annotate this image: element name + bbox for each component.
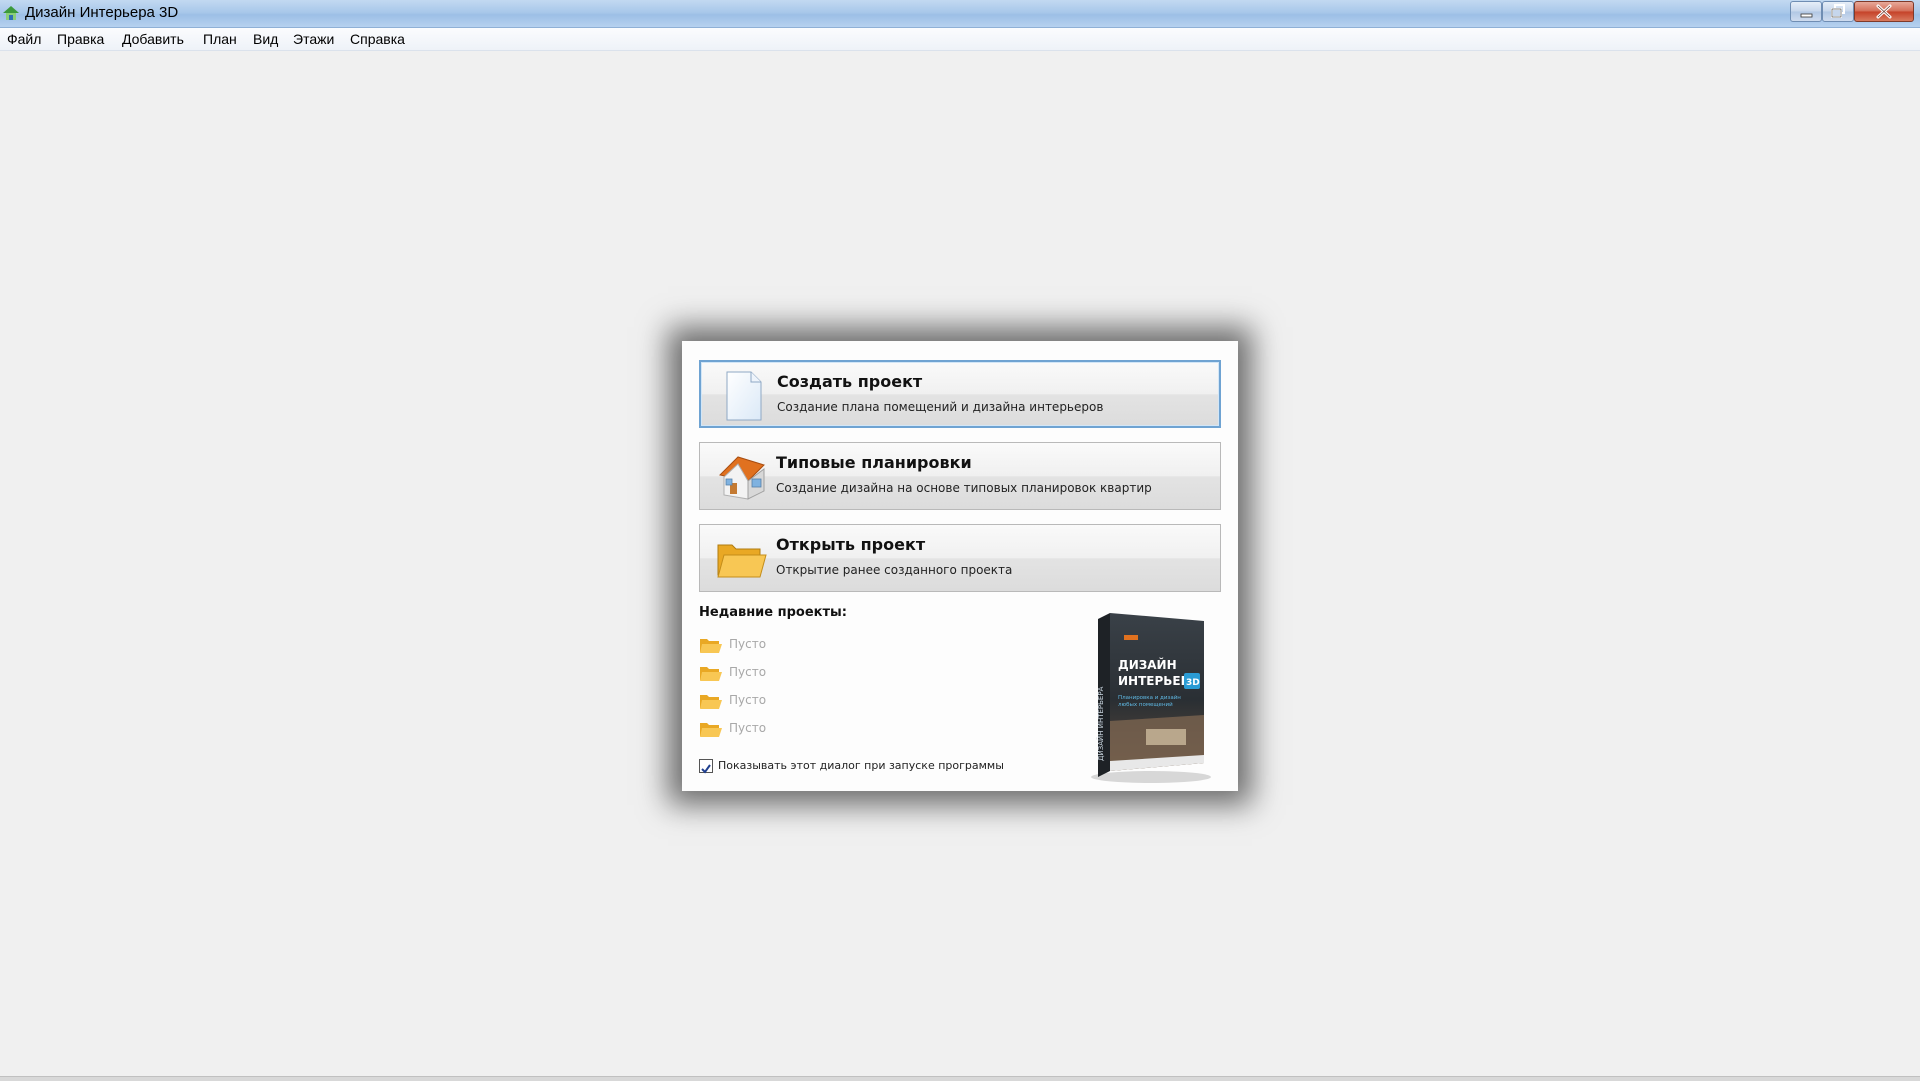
- product-box-image: ДИЗАЙН ИНТЕРЬЕРА ДИЗАЙН ИНТЕРЬЕРА 3D Пла…: [1091, 613, 1211, 783]
- recent-project-label: Пусто: [729, 665, 767, 679]
- checkmark-icon: [701, 764, 711, 774]
- menu-add[interactable]: Добавить: [122, 31, 184, 47]
- create-project-description: Создание плана помещений и дизайна интер…: [777, 400, 1104, 414]
- menu-view[interactable]: Вид: [253, 31, 278, 47]
- menu-plan[interactable]: План: [203, 31, 237, 47]
- menu-floors[interactable]: Этажи: [293, 31, 334, 47]
- product-box-subtitle-line1: Планировка и дизайн: [1118, 694, 1181, 701]
- create-project-button[interactable]: Создать проект Создание плана помещений …: [699, 360, 1221, 428]
- maximize-button[interactable]: [1822, 1, 1854, 22]
- show-on-startup-label[interactable]: Показывать этот диалог при запуске прогр…: [718, 759, 1004, 772]
- recent-project-item[interactable]: Пусто: [699, 635, 899, 655]
- menu-file[interactable]: Файл: [7, 31, 41, 47]
- menu-edit[interactable]: Правка: [57, 31, 104, 47]
- recent-project-label: Пусто: [729, 637, 767, 651]
- folder-icon: [700, 667, 722, 681]
- typical-layouts-title: Типовые планировки: [776, 453, 972, 472]
- recent-project-item[interactable]: Пусто: [699, 691, 899, 711]
- create-project-title: Создать проект: [777, 372, 923, 391]
- folder-icon: [700, 639, 722, 653]
- product-box-title-line1: ДИЗАЙН: [1118, 657, 1177, 672]
- start-dialog: Создать проект Создание плана помещений …: [682, 341, 1238, 791]
- menu-bar: Файл Правка Добавить План Вид Этажи Спра…: [0, 28, 1920, 51]
- product-box-subtitle-line2: любых помещений: [1118, 701, 1173, 708]
- app-window: Дизайн Интерьера 3D Файл Правка Добавить…: [0, 0, 1920, 1081]
- new-document-icon: [726, 371, 762, 421]
- folder-icon: [700, 723, 722, 737]
- typical-layouts-description: Создание дизайна на основе типовых плани…: [776, 481, 1152, 495]
- folder-icon: [700, 695, 722, 709]
- typical-layouts-button[interactable]: Типовые планировки Создание дизайна на о…: [699, 442, 1221, 510]
- recent-project-item[interactable]: Пусто: [699, 719, 899, 739]
- recent-project-label: Пусто: [729, 721, 767, 735]
- close-icon: [1876, 4, 1892, 19]
- window-title: Дизайн Интерьера 3D: [25, 4, 179, 21]
- recent-projects-heading: Недавние проекты:: [699, 605, 847, 620]
- open-project-title: Открыть проект: [776, 535, 926, 554]
- minimize-button[interactable]: [1790, 1, 1822, 22]
- minimize-icon: [1800, 13, 1813, 18]
- open-project-button[interactable]: Открыть проект Открытие ранее созданного…: [699, 524, 1221, 592]
- title-bar[interactable]: Дизайн Интерьера 3D: [0, 0, 1920, 28]
- product-box-badge: 3D: [1186, 678, 1200, 688]
- house-icon: [718, 456, 765, 500]
- menu-help[interactable]: Справка: [350, 31, 405, 47]
- recent-project-label: Пусто: [729, 693, 767, 707]
- status-bar: [0, 1076, 1920, 1081]
- restore-icon: [1831, 4, 1845, 18]
- open-folder-icon: [717, 544, 767, 578]
- open-project-description: Открытие ранее созданного проекта: [776, 563, 1013, 577]
- show-on-startup-checkbox[interactable]: [699, 759, 713, 774]
- app-logo-icon: [3, 6, 19, 20]
- recent-project-item[interactable]: Пусто: [699, 663, 899, 683]
- product-box-side-text: ДИЗАЙН ИНТЕРЬЕРА: [1096, 686, 1105, 761]
- close-button[interactable]: [1854, 1, 1914, 22]
